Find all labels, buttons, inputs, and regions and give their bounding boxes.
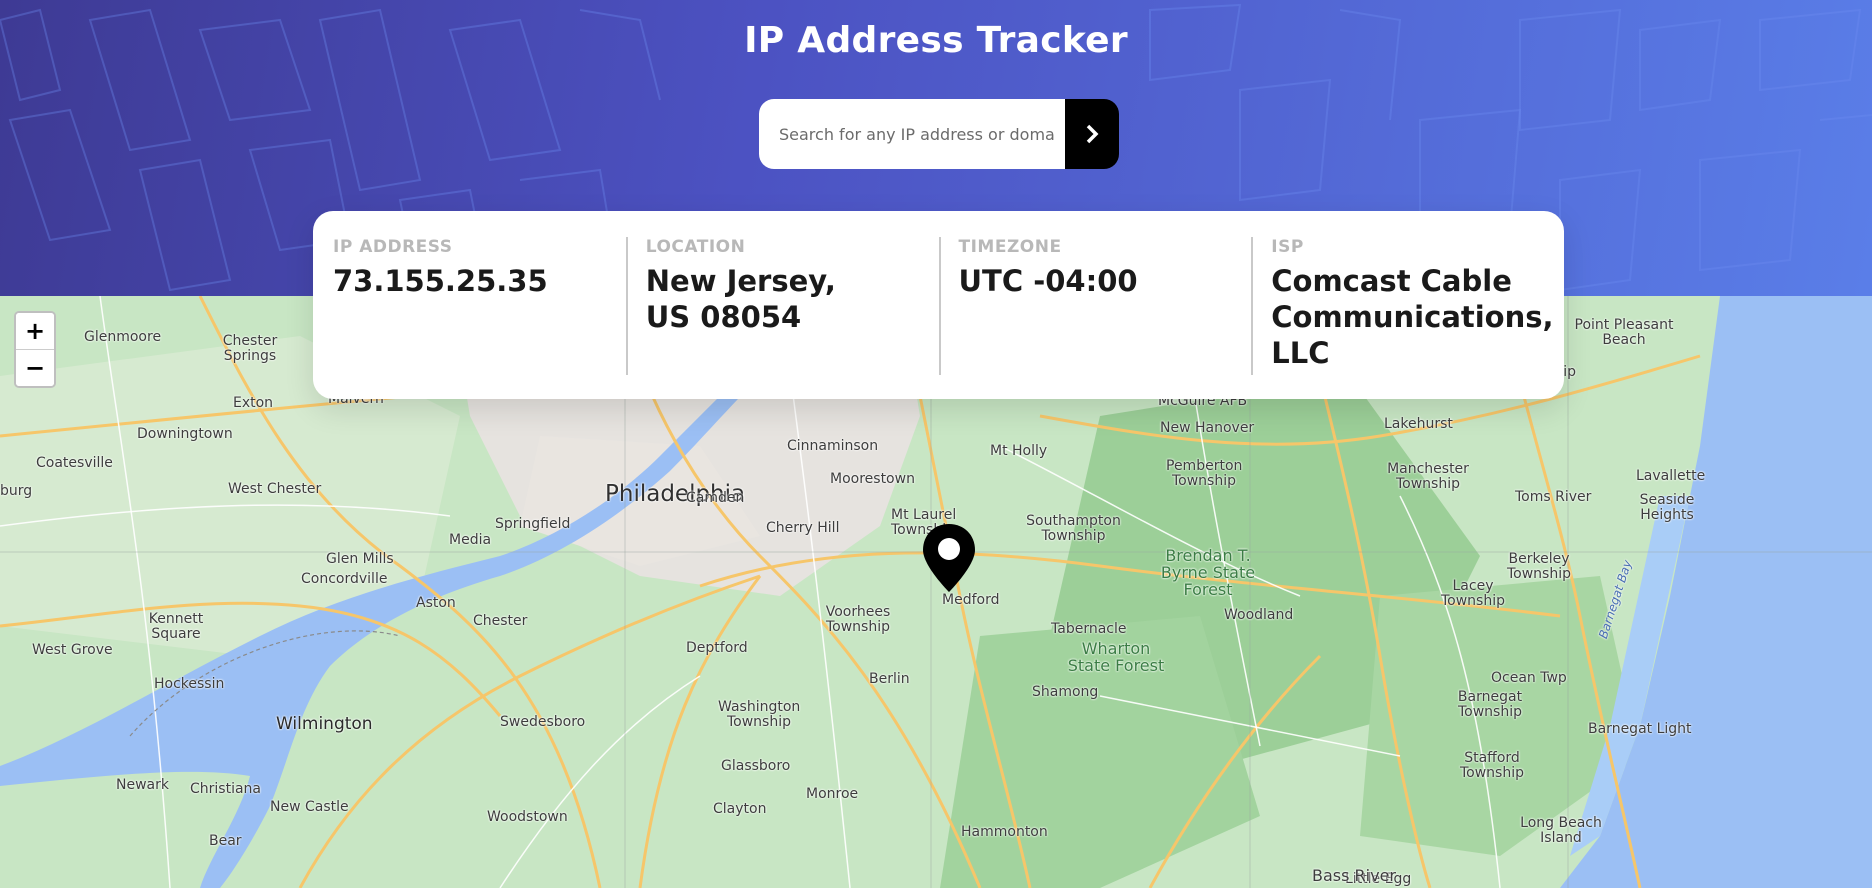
place-label: Camden bbox=[686, 490, 745, 506]
info-value: New Jersey, US 08054 bbox=[645, 264, 836, 334]
place-label: Moorestown bbox=[830, 471, 915, 487]
place-label: Monroe bbox=[806, 786, 859, 802]
place-label: Chester Springs bbox=[220, 334, 280, 364]
place-label: Voorhees Township bbox=[818, 605, 898, 635]
ip-info-card: IP ADDRESS 73.155.25.35 LOCATION New Jer… bbox=[313, 211, 1564, 399]
info-label: LOCATION bbox=[645, 237, 746, 257]
info-isp: ISP Comcast Cable Communications, LLC bbox=[1251, 237, 1564, 399]
place-label: Clayton bbox=[713, 801, 767, 817]
place-label-text: Long Beach Island bbox=[1520, 815, 1602, 846]
place-label: Cherry Hill bbox=[766, 520, 840, 536]
place-label: Glassboro bbox=[721, 758, 791, 774]
location-pin-icon[interactable] bbox=[920, 522, 978, 594]
place-label-text: Washington Township bbox=[718, 699, 801, 730]
place-label: Ocean Twp bbox=[1491, 670, 1567, 686]
place-label: Stafford Township bbox=[1454, 751, 1530, 781]
place-label: Manchester Township bbox=[1386, 462, 1470, 492]
place-label-text: Brendan T. Byrne State Forest bbox=[1160, 546, 1256, 599]
zoom-control: + − bbox=[14, 311, 56, 388]
place-label: Washington Township bbox=[718, 700, 800, 730]
search-submit-button[interactable] bbox=[1065, 99, 1119, 169]
place-label: Lacey Township bbox=[1438, 579, 1508, 609]
place-label: Bear bbox=[209, 833, 242, 849]
place-label-text: Wharton State Forest bbox=[1067, 639, 1165, 675]
place-label: Swedesboro bbox=[500, 714, 586, 730]
info-timezone: TIMEZONE UTC -04:00 bbox=[938, 237, 1252, 399]
place-label-city: Wilmington bbox=[276, 714, 373, 734]
info-label: IP ADDRESS bbox=[333, 237, 453, 257]
info-value: Comcast Cable Communications, LLC bbox=[1271, 264, 1554, 370]
place-label: Berkeley Township bbox=[1504, 552, 1574, 582]
place-label: Hammonton bbox=[961, 824, 1048, 840]
place-label: Bass River bbox=[1312, 866, 1396, 885]
chevron-right-icon bbox=[1086, 124, 1099, 144]
place-label: Woodland bbox=[1224, 607, 1294, 623]
place-label: Downingtown bbox=[137, 426, 233, 442]
place-label: Lakehurst bbox=[1384, 416, 1453, 432]
info-ip-address: IP ADDRESS 73.155.25.35 bbox=[313, 237, 626, 399]
zoom-out-button[interactable]: − bbox=[16, 349, 54, 386]
place-label: Exton bbox=[233, 395, 274, 411]
place-label: Aston bbox=[416, 595, 456, 611]
place-label-text: Manchester Township bbox=[1387, 461, 1469, 492]
info-label: ISP bbox=[1271, 237, 1304, 257]
place-label: Pemberton Township bbox=[1166, 459, 1242, 489]
search-input[interactable] bbox=[759, 99, 1065, 169]
place-label: Southampton Township bbox=[1026, 514, 1121, 544]
place-label: Kennett Square bbox=[147, 612, 205, 642]
info-location: LOCATION New Jersey, US 08054 bbox=[625, 237, 939, 399]
info-label: TIMEZONE bbox=[958, 237, 1062, 257]
place-label: Chester bbox=[473, 613, 528, 629]
place-label-text: Kennett Square bbox=[148, 611, 204, 642]
place-label-park: Wharton State Forest bbox=[1066, 640, 1166, 674]
place-label-text: Lacey Township bbox=[1440, 578, 1505, 609]
place-label: Medford bbox=[942, 592, 1000, 608]
place-label: Cinnaminson bbox=[787, 438, 879, 454]
place-label: West Chester bbox=[228, 481, 322, 497]
place-label: Point Pleasant Beach bbox=[1574, 318, 1674, 348]
place-label: Toms River bbox=[1515, 489, 1592, 505]
place-label: Hockessin bbox=[154, 676, 225, 692]
place-label-text: Southampton Township bbox=[1026, 513, 1121, 544]
place-label: Berlin bbox=[869, 671, 910, 687]
place-label: Shamong bbox=[1032, 684, 1099, 700]
place-label: Newark bbox=[116, 777, 169, 793]
place-label: Tabernacle bbox=[1051, 621, 1127, 637]
place-label: Mt Holly bbox=[990, 443, 1048, 459]
info-value: 73.155.25.35 bbox=[333, 264, 548, 298]
place-label: Media bbox=[449, 532, 492, 548]
place-label: Barnegat Light bbox=[1588, 721, 1692, 737]
place-label-text: Stafford Township bbox=[1459, 750, 1524, 781]
place-label: Long Beach Island bbox=[1520, 816, 1602, 846]
place-label: Concordville bbox=[301, 571, 388, 587]
place-label: New Castle bbox=[270, 799, 349, 815]
place-label-text: Barnegat Township bbox=[1457, 689, 1523, 720]
place-label: Springfield bbox=[495, 516, 571, 532]
place-label: burg bbox=[0, 483, 33, 499]
place-label-text: Seaside Heights bbox=[1639, 492, 1695, 523]
page-title: IP Address Tracker bbox=[744, 20, 1128, 61]
place-label-text: Berkeley Township bbox=[1506, 551, 1571, 582]
place-label-text: Chester Springs bbox=[222, 333, 278, 364]
place-label-park: Brendan T. Byrne State Forest bbox=[1148, 547, 1268, 598]
place-label: West Grove bbox=[32, 642, 113, 658]
place-label-text: Voorhees Township bbox=[825, 604, 891, 635]
place-label: Lavallette bbox=[1636, 468, 1706, 484]
place-label: Coatesville bbox=[36, 455, 113, 471]
place-label: Barnegat Township bbox=[1452, 690, 1528, 720]
place-label-text: Pemberton Township bbox=[1166, 458, 1243, 489]
place-label-text: Point Pleasant Beach bbox=[1574, 317, 1674, 348]
place-label: Woodstown bbox=[487, 809, 568, 825]
place-label: Glen Mills bbox=[326, 551, 394, 567]
place-label: New Hanover bbox=[1160, 420, 1255, 436]
place-label: Deptford bbox=[686, 640, 748, 656]
info-value: UTC -04:00 bbox=[958, 264, 1138, 298]
search-bar bbox=[759, 99, 1119, 169]
place-label: Seaside Heights bbox=[1634, 493, 1700, 523]
page: IP Address Tracker Search for any IP add… bbox=[0, 0, 1872, 888]
place-label: Christiana bbox=[190, 781, 261, 797]
place-label: Glenmoore bbox=[84, 329, 162, 345]
zoom-in-button[interactable]: + bbox=[16, 313, 54, 349]
